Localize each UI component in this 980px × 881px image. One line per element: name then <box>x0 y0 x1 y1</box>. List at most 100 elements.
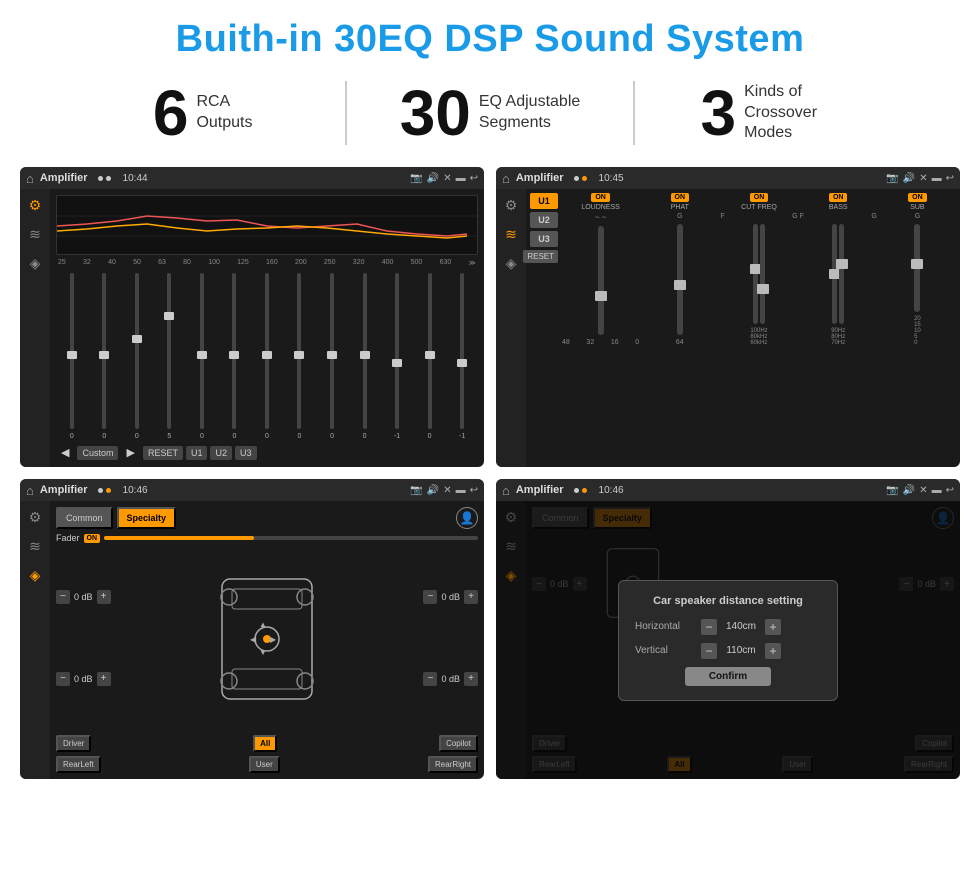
preset-u2[interactable]: U2 <box>530 212 558 228</box>
slider-track-7[interactable] <box>265 273 269 429</box>
db-minus-bl[interactable]: − <box>56 672 70 686</box>
slider-track-4[interactable] <box>167 273 171 429</box>
slider-track-11[interactable] <box>395 273 399 429</box>
cutfreq-thumb-g[interactable] <box>757 284 769 294</box>
eq-u2-btn[interactable]: U2 <box>210 446 232 460</box>
sub-slider[interactable] <box>914 224 920 312</box>
slider-track-1[interactable] <box>70 273 74 429</box>
slider-thumb-13[interactable] <box>457 359 467 367</box>
loudness-slider[interactable] <box>598 226 604 335</box>
btn-driver[interactable]: Driver <box>56 735 91 752</box>
eq-screen-card: ⌂ Amplifier 10:44 📷 🔊 ✕ ▬ ↩ ⚙ ≋ ◈ <box>20 167 484 467</box>
slider-track-8[interactable] <box>297 273 301 429</box>
db-plus-bl[interactable]: + <box>97 672 111 686</box>
slider-thumb-4[interactable] <box>164 312 174 320</box>
sp-eq-icon[interactable]: ⚙ <box>29 509 42 526</box>
slider-track-13[interactable] <box>460 273 464 429</box>
speaker-icon[interactable]: ◈ <box>30 255 41 272</box>
sp-wave-icon[interactable]: ≋ <box>29 538 41 555</box>
sp-dot-2 <box>106 488 111 493</box>
slider-thumb-9[interactable] <box>327 351 337 359</box>
fader-track[interactable] <box>104 536 478 540</box>
slider-track-5[interactable] <box>200 273 204 429</box>
ch-sub: ON SUB G 20151050 <box>879 193 956 346</box>
slider-thumb-5[interactable] <box>197 351 207 359</box>
cross-app-name: Amplifier <box>516 172 564 184</box>
stat-rca: 6 RCA Outputs <box>60 81 347 145</box>
sub-thumb[interactable] <box>911 259 923 269</box>
sp-close-icon: ✕ <box>443 485 451 496</box>
eq-u1-btn[interactable]: U1 <box>186 446 208 460</box>
slider-thumb-7[interactable] <box>262 351 272 359</box>
btn-rearright[interactable]: RearRight <box>428 756 478 773</box>
cross-reset-btn[interactable]: RESET <box>523 250 558 263</box>
sp-app-name: Amplifier <box>40 484 88 496</box>
btn-rearleft[interactable]: RearLeft <box>56 756 101 773</box>
dialog-vertical-plus[interactable]: + <box>765 643 781 659</box>
slider-thumb-6[interactable] <box>229 351 239 359</box>
slider-thumb-1[interactable] <box>67 351 77 359</box>
slider-thumb-2[interactable] <box>99 351 109 359</box>
tab-specialty[interactable]: Specialty <box>117 507 177 529</box>
slider-track-10[interactable] <box>363 273 367 429</box>
eq-side-icons: ⚙ ≋ ◈ <box>20 189 50 467</box>
dlg-minimize-icon: ▬ <box>932 485 942 496</box>
preset-u3[interactable]: U3 <box>530 231 558 247</box>
cross-wave-icon[interactable]: ≋ <box>505 226 517 243</box>
slider-thumb-8[interactable] <box>294 351 304 359</box>
dialog-horizontal-minus[interactable]: − <box>701 619 717 635</box>
preset-u1[interactable]: U1 <box>530 193 558 209</box>
db-minus-tl[interactable]: − <box>56 590 70 604</box>
cutfreq-slider-f[interactable] <box>753 224 758 324</box>
cross-eq-icon[interactable]: ⚙ <box>505 197 518 214</box>
eq-freq-labels: 25 32 40 50 63 80 100 125 160 200 250 32… <box>56 259 478 267</box>
db-minus-tr[interactable]: − <box>423 590 437 604</box>
btn-user[interactable]: User <box>249 756 280 773</box>
slider-track-3[interactable] <box>135 273 139 429</box>
stat-label-rca: RCA Outputs <box>196 92 252 134</box>
dialog-vertical-minus[interactable]: − <box>701 643 717 659</box>
phat-slider[interactable] <box>677 224 683 335</box>
slider-thumb-12[interactable] <box>425 351 435 359</box>
sub-freq-labels: 20151050 <box>914 316 921 346</box>
sp-speaker-icon[interactable]: ◈ <box>30 567 41 584</box>
eq-time: 10:44 <box>123 173 148 184</box>
bass-slider-f[interactable] <box>832 224 837 324</box>
dialog-horizontal-plus[interactable]: + <box>765 619 781 635</box>
eq-reset-btn[interactable]: RESET <box>143 446 183 460</box>
dialog-horizontal-row: Horizontal − 140cm + <box>635 619 821 635</box>
db-plus-br[interactable]: + <box>464 672 478 686</box>
db-plus-tr[interactable]: + <box>464 590 478 604</box>
slider-track-2[interactable] <box>102 273 106 429</box>
bass-freq-labels: 90Hz80Hz70Hz <box>831 328 845 346</box>
eq-custom-btn[interactable]: Custom <box>77 446 118 460</box>
eq-icon[interactable]: ⚙ <box>29 197 42 214</box>
slider-track-12[interactable] <box>428 273 432 429</box>
bass-sliders <box>832 222 844 326</box>
dialog-horizontal-val: 140cm <box>721 621 761 632</box>
db-minus-br[interactable]: − <box>423 672 437 686</box>
loudness-thumb[interactable] <box>595 291 607 301</box>
slider-thumb-10[interactable] <box>360 351 370 359</box>
slider-col-11: -1 <box>381 271 413 440</box>
slider-thumb-3[interactable] <box>132 335 142 343</box>
wave-icon[interactable]: ≋ <box>29 226 41 243</box>
btn-all[interactable]: All <box>253 735 277 752</box>
bass-slider-g[interactable] <box>839 224 844 324</box>
eq-prev-btn[interactable]: ◀ <box>56 444 74 461</box>
slider-track-6[interactable] <box>232 273 236 429</box>
car-diagram-svg: ▲ ▼ ◀ ▶ <box>207 569 327 709</box>
btn-copilot[interactable]: Copilot <box>439 735 478 752</box>
dialog-confirm-button[interactable]: Confirm <box>685 667 771 686</box>
slider-thumb-11[interactable] <box>392 359 402 367</box>
bass-thumb-g[interactable] <box>836 259 848 269</box>
cross-status-icons: 📷 🔊 ✕ ▬ ↩ <box>886 173 954 184</box>
db-plus-tl[interactable]: + <box>97 590 111 604</box>
tab-common[interactable]: Common <box>56 507 113 529</box>
phat-thumb[interactable] <box>674 280 686 290</box>
eq-u3-btn[interactable]: U3 <box>235 446 257 460</box>
eq-play-btn[interactable]: ▶ <box>121 444 139 461</box>
cutfreq-slider-g[interactable] <box>760 224 765 324</box>
cross-speaker-icon[interactable]: ◈ <box>506 255 517 272</box>
slider-track-9[interactable] <box>330 273 334 429</box>
